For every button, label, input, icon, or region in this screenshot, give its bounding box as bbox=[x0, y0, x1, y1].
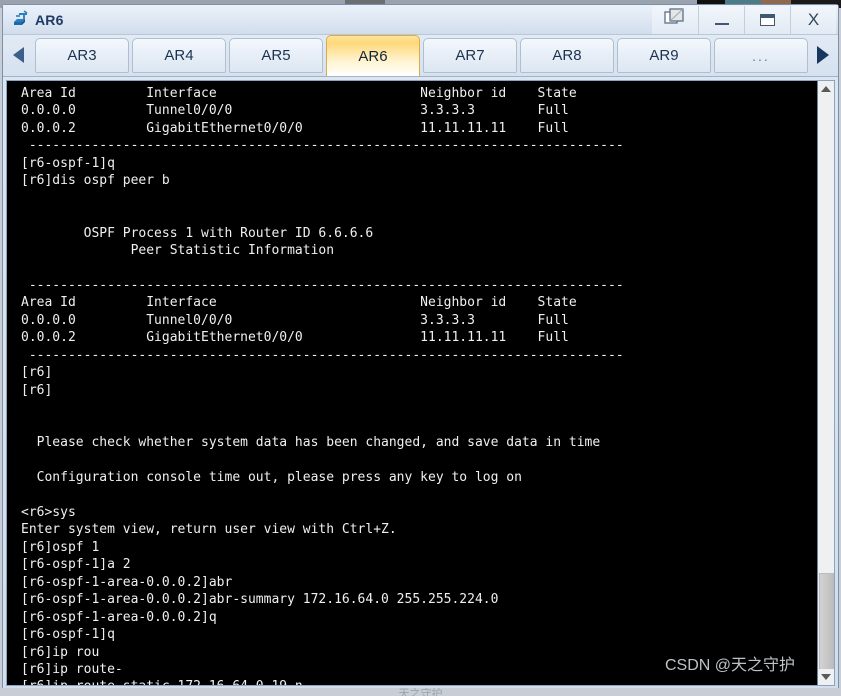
chevron-right-icon bbox=[817, 46, 829, 64]
chevron-up-icon bbox=[821, 86, 831, 92]
tab-label: AR8 bbox=[552, 47, 582, 64]
window-controls: X bbox=[652, 6, 836, 34]
tab-label: ... bbox=[752, 47, 770, 64]
minimize-button[interactable] bbox=[698, 6, 744, 34]
terminal-output-pane[interactable]: Area Id Interface Neighbor id State 0.0.… bbox=[7, 81, 817, 685]
console-area: Area Id Interface Neighbor id State 0.0.… bbox=[3, 77, 838, 690]
tab-ar9[interactable]: AR9 bbox=[617, 38, 711, 73]
restore-cascade-button[interactable] bbox=[652, 6, 698, 34]
title-bar: AR6 X bbox=[3, 5, 838, 35]
cascade-windows-icon bbox=[664, 7, 686, 33]
console-frame: Area Id Interface Neighbor id State 0.0.… bbox=[6, 80, 835, 686]
scrollbar-down-button[interactable] bbox=[818, 669, 834, 685]
scrollbar-thumb[interactable] bbox=[819, 573, 834, 678]
tab-list: AR3 AR4 AR5 AR6 AR7 AR8 AR9 ... bbox=[33, 34, 808, 76]
tab-label: AR4 bbox=[164, 47, 194, 64]
window-title: AR6 bbox=[35, 11, 64, 28]
device-tab-bar: AR3 AR4 AR5 AR6 AR7 AR8 AR9 ... bbox=[3, 35, 838, 77]
tab-overflow[interactable]: ... bbox=[714, 38, 808, 73]
tab-label: AR7 bbox=[455, 47, 485, 64]
tab-label: AR9 bbox=[649, 47, 679, 64]
terminal-vertical-scrollbar[interactable] bbox=[817, 81, 834, 685]
scrollbar-up-button[interactable] bbox=[818, 81, 834, 97]
chevron-down-icon bbox=[821, 674, 831, 680]
maximize-icon bbox=[760, 14, 775, 26]
router-device-icon bbox=[11, 9, 31, 30]
tab-ar7[interactable]: AR7 bbox=[423, 38, 517, 73]
chevron-left-icon bbox=[12, 47, 24, 63]
close-button[interactable]: X bbox=[790, 6, 836, 34]
tab-scroll-right-button[interactable] bbox=[808, 34, 838, 76]
tab-scroll-left-button[interactable] bbox=[3, 34, 33, 76]
page-bottom-caption-text: 天之守护 bbox=[398, 688, 443, 696]
minimize-icon bbox=[714, 22, 729, 25]
page-bottom-caption: 天之守护 bbox=[0, 688, 841, 696]
device-console-window: AR6 X AR3 AR4 AR5 AR6 AR7 AR8 AR9 ... Ar… bbox=[2, 4, 839, 692]
tab-ar5[interactable]: AR5 bbox=[229, 38, 323, 73]
close-icon: X bbox=[807, 10, 820, 29]
tab-ar4[interactable]: AR4 bbox=[132, 38, 226, 73]
terminal-output-text: Area Id Interface Neighbor id State 0.0.… bbox=[21, 86, 624, 685]
maximize-button[interactable] bbox=[744, 6, 790, 34]
tab-label: AR5 bbox=[261, 47, 291, 64]
tab-label: AR6 bbox=[358, 47, 388, 65]
tab-ar3[interactable]: AR3 bbox=[35, 38, 129, 73]
tab-ar8[interactable]: AR8 bbox=[520, 38, 614, 73]
tab-ar6[interactable]: AR6 bbox=[326, 35, 420, 76]
tab-label: AR3 bbox=[67, 47, 97, 64]
